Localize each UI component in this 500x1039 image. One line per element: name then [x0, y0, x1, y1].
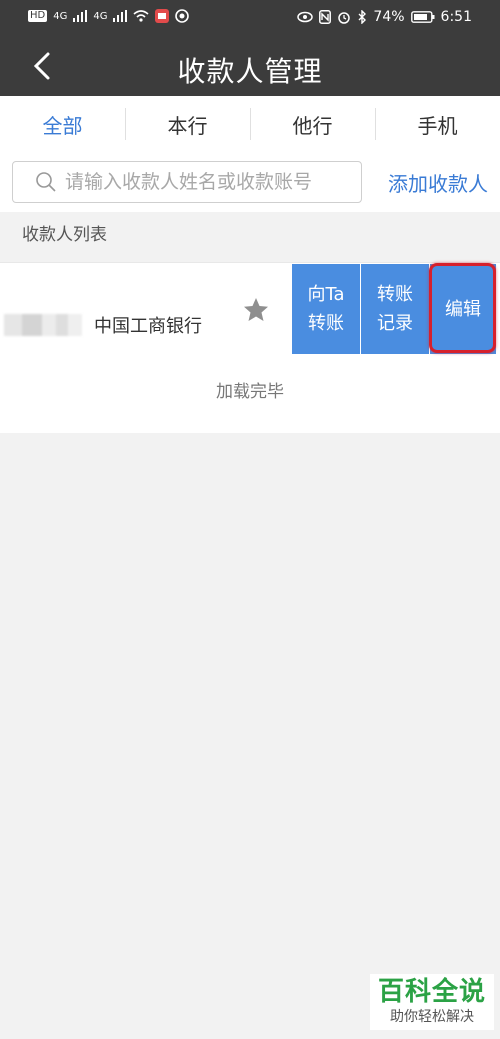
app-notification-icon-2 — [175, 9, 190, 23]
watermark-logo: 百科全说 助你轻松解决 — [370, 974, 494, 1030]
hd-indicator: HD — [28, 10, 48, 22]
watermark-subtitle: 助你轻松解决 — [390, 1009, 474, 1025]
filter-tabs: 全部 本行 他行 手机 — [0, 96, 500, 153]
search-bar: 添加收款人 — [0, 152, 500, 212]
battery-percent: 74% — [373, 9, 405, 25]
search-box — [12, 161, 362, 203]
watermark-title: 百科全说 — [377, 977, 486, 1007]
section-header: 收款人列表 — [0, 212, 500, 262]
transfer-records-button[interactable]: 转账 记录 — [361, 264, 429, 354]
records-label-line2: 记录 — [377, 313, 413, 334]
load-complete-text: 加载完毕 — [0, 367, 500, 433]
tab-mobile[interactable]: 手机 — [375, 96, 500, 152]
wifi-icon — [133, 10, 150, 22]
clock: 6:51 — [440, 9, 472, 25]
transfer-to-payee-button[interactable]: 向Ta 转账 — [292, 264, 360, 354]
edit-payee-button[interactable]: 编辑 — [430, 264, 496, 354]
transfer-label-line1: 向Ta — [307, 284, 345, 305]
star-icon[interactable] — [242, 296, 270, 324]
records-label-line1: 转账 — [377, 284, 413, 305]
status-left: HD 4G 4G — [28, 9, 190, 23]
search-input[interactable] — [63, 170, 347, 194]
app-notification-icon — [155, 9, 170, 23]
status-bar: HD 4G 4G 74% 6:51 — [0, 0, 500, 36]
edit-label: 编辑 — [445, 298, 481, 320]
nfc-icon — [319, 10, 332, 24]
page-title: 收款人管理 — [177, 55, 323, 88]
section-title: 收款人列表 — [22, 225, 107, 245]
add-payee-button[interactable]: 添加收款人 — [388, 168, 488, 197]
alarm-icon — [338, 12, 351, 24]
signal-4g-indicator-2: 4G — [93, 10, 108, 22]
payee-name-masked — [4, 314, 82, 336]
search-icon — [36, 172, 56, 192]
payee-bank: 中国工商银行 — [94, 316, 202, 337]
app-header: 收款人管理 — [0, 36, 500, 96]
signal-icon — [113, 10, 128, 22]
signal-4g-indicator: 4G — [53, 10, 68, 22]
battery-icon — [410, 11, 435, 23]
transfer-label-line2: 转账 — [308, 313, 344, 334]
bluetooth-icon — [358, 10, 367, 24]
status-right: 74% 6:51 — [297, 9, 472, 25]
tab-all[interactable]: 全部 — [0, 96, 125, 152]
tab-other-bank[interactable]: 他行 — [250, 96, 375, 152]
tab-same-bank[interactable]: 本行 — [125, 96, 250, 152]
payee-row[interactable]: 中国工商银行 向Ta 转账 转账 记录 编辑 — [0, 262, 500, 368]
signal-icon — [73, 10, 88, 22]
eye-icon — [297, 11, 314, 23]
